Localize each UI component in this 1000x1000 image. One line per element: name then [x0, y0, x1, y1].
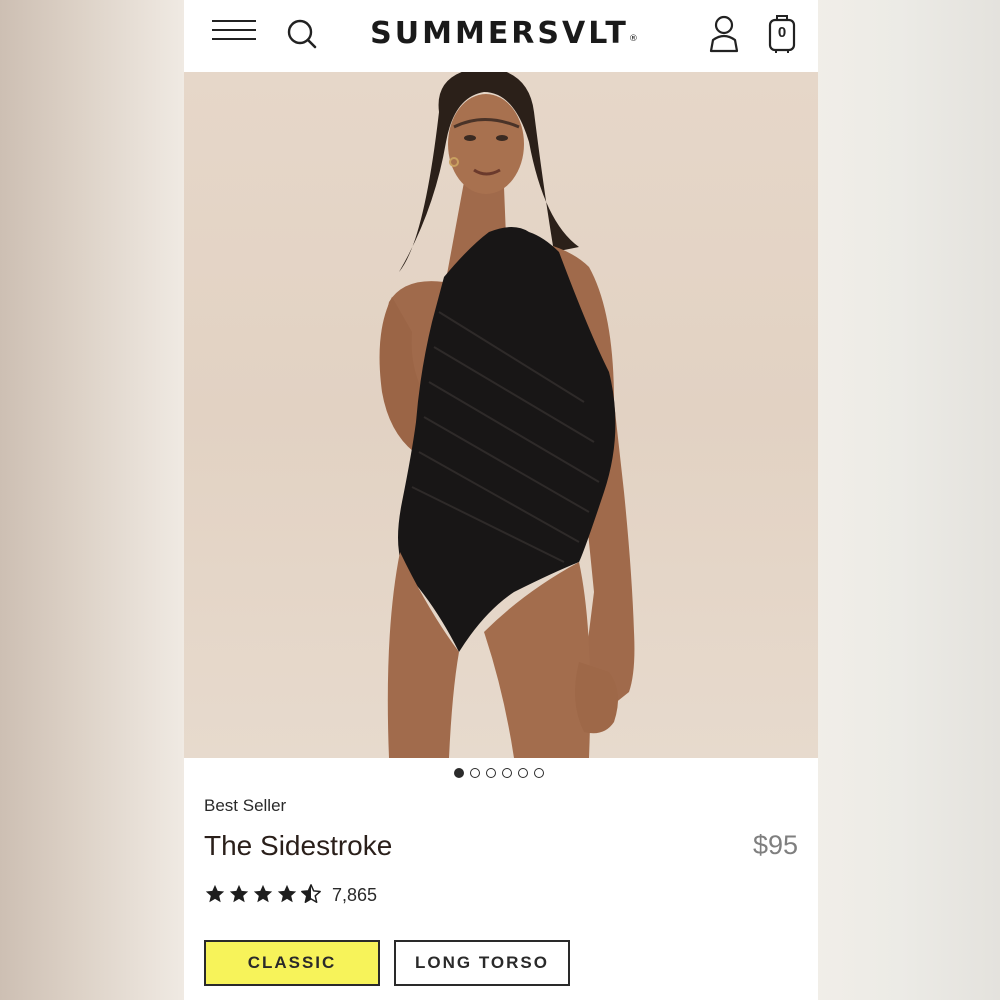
gallery-dot[interactable]	[454, 768, 464, 778]
fit-option-long-torso[interactable]: LONG TORSO	[394, 940, 570, 986]
registered-mark: ®	[628, 34, 638, 44]
star-full-icon	[205, 884, 225, 903]
model-swimsuit-photo	[379, 72, 635, 758]
account-icon	[709, 15, 739, 53]
product-page: SUMMERSVLT® 0 Best Seller The Sidestroke…	[184, 0, 818, 1000]
review-count[interactable]: 7,865	[332, 885, 377, 906]
gallery-dot[interactable]	[502, 768, 512, 778]
star-full-icon	[229, 884, 249, 903]
cart-count: 0	[777, 24, 787, 41]
menu-button[interactable]	[212, 20, 256, 42]
star-half-icon	[301, 884, 321, 903]
site-header: SUMMERSVLT® 0	[184, 0, 818, 72]
brand-name: SUMMERSVLT	[370, 16, 629, 51]
cart-button[interactable]: 0	[766, 12, 798, 56]
menu-icon-line	[212, 38, 256, 40]
star-full-icon	[253, 884, 273, 903]
best-seller-badge: Best Seller	[204, 796, 287, 815]
search-button[interactable]	[284, 16, 320, 52]
account-button[interactable]	[708, 14, 740, 54]
menu-icon-line	[212, 29, 256, 31]
gallery-dot[interactable]	[486, 768, 496, 778]
gallery-dot[interactable]	[518, 768, 528, 778]
star-full-icon	[277, 884, 297, 903]
gallery-dot[interactable]	[470, 768, 480, 778]
brand-logo[interactable]: SUMMERSVLT®	[354, 14, 654, 59]
search-icon	[287, 19, 317, 49]
fit-option-classic[interactable]: CLASSIC	[204, 940, 380, 986]
menu-icon-line	[212, 20, 256, 22]
gallery-dot[interactable]	[534, 768, 544, 778]
product-price: $95	[752, 830, 798, 860]
product-title: The Sidestroke	[204, 830, 393, 861]
product-image[interactable]	[184, 72, 818, 758]
